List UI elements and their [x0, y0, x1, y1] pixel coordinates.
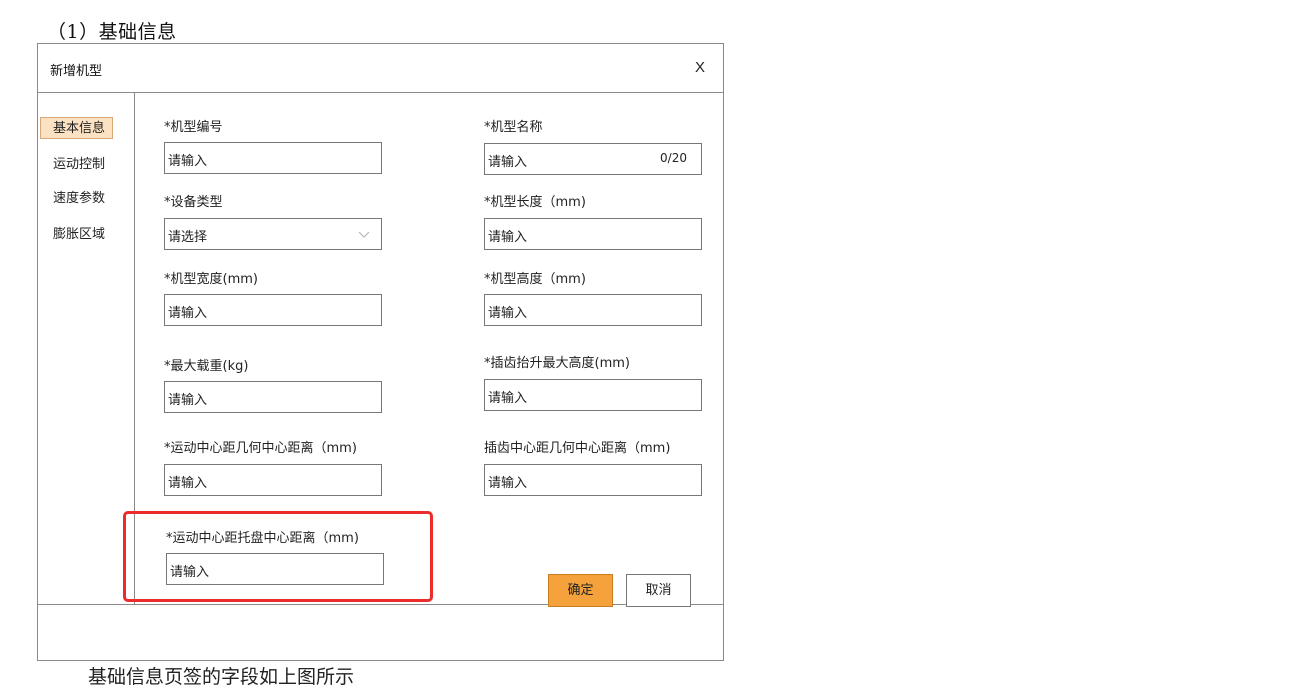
- max-load-placeholder: 请输入: [168, 393, 208, 408]
- model-length-label: *机型长度（mm): [484, 195, 586, 210]
- char-counter: 0/20: [660, 151, 687, 165]
- motion-to-geo-placeholder: 请输入: [168, 476, 208, 491]
- nav-item-expansion-area[interactable]: 膨胀区域: [38, 224, 114, 246]
- highlight-box: [123, 511, 433, 602]
- model-width-label: *机型宽度(mm): [164, 272, 258, 287]
- motion-to-geo-label: *运动中心距几何中心距离（mm): [164, 441, 357, 456]
- close-icon[interactable]: X: [695, 59, 705, 76]
- device-type-label: *设备类型: [164, 195, 223, 210]
- fork-max-lift-input[interactable]: 请输入: [484, 379, 702, 411]
- model-name-input[interactable]: 请输入 0/20: [484, 143, 702, 175]
- model-length-placeholder: 请输入: [488, 230, 528, 245]
- max-load-input[interactable]: 请输入: [164, 381, 382, 413]
- model-name-label: *机型名称: [484, 120, 543, 135]
- caption-text: 基础信息页签的字段如上图所示: [88, 666, 355, 688]
- nav-item-speed-params[interactable]: 速度参数: [38, 188, 114, 210]
- model-code-placeholder: 请输入: [168, 154, 208, 169]
- fork-max-lift-placeholder: 请输入: [488, 391, 528, 406]
- footer-divider: [38, 604, 723, 605]
- model-height-placeholder: 请输入: [488, 306, 528, 321]
- fork-max-lift-label: *插齿抬升最大高度(mm): [484, 356, 630, 371]
- nav-item-basic-info[interactable]: 基本信息: [40, 117, 113, 139]
- device-type-placeholder: 请选择: [168, 230, 208, 245]
- title-divider: [38, 92, 723, 93]
- model-code-label: *机型编号: [164, 120, 223, 135]
- max-load-label: *最大载重(kg): [164, 359, 249, 374]
- motion-to-geo-input[interactable]: 请输入: [164, 464, 382, 496]
- model-height-label: *机型高度（mm): [484, 272, 586, 287]
- model-name-placeholder: 请输入: [488, 155, 528, 170]
- model-width-input[interactable]: 请输入: [164, 294, 382, 326]
- model-width-placeholder: 请输入: [168, 306, 208, 321]
- nav-item-motion-control[interactable]: 运动控制: [38, 154, 114, 176]
- fork-to-geo-label: 插齿中心距几何中心距离（mm): [484, 441, 671, 456]
- confirm-button[interactable]: 确定: [548, 574, 613, 607]
- fork-to-geo-input[interactable]: 请输入: [484, 464, 702, 496]
- section-heading: （1）基础信息: [47, 21, 177, 43]
- cancel-button[interactable]: 取消: [626, 574, 691, 607]
- fork-to-geo-placeholder: 请输入: [488, 476, 528, 491]
- model-length-input[interactable]: 请输入: [484, 218, 702, 250]
- device-type-select[interactable]: 请选择: [164, 218, 382, 250]
- model-code-input[interactable]: 请输入: [164, 142, 382, 174]
- chevron-down-icon: [358, 231, 370, 238]
- dialog-title: 新增机型: [50, 64, 103, 79]
- model-height-input[interactable]: 请输入: [484, 294, 702, 326]
